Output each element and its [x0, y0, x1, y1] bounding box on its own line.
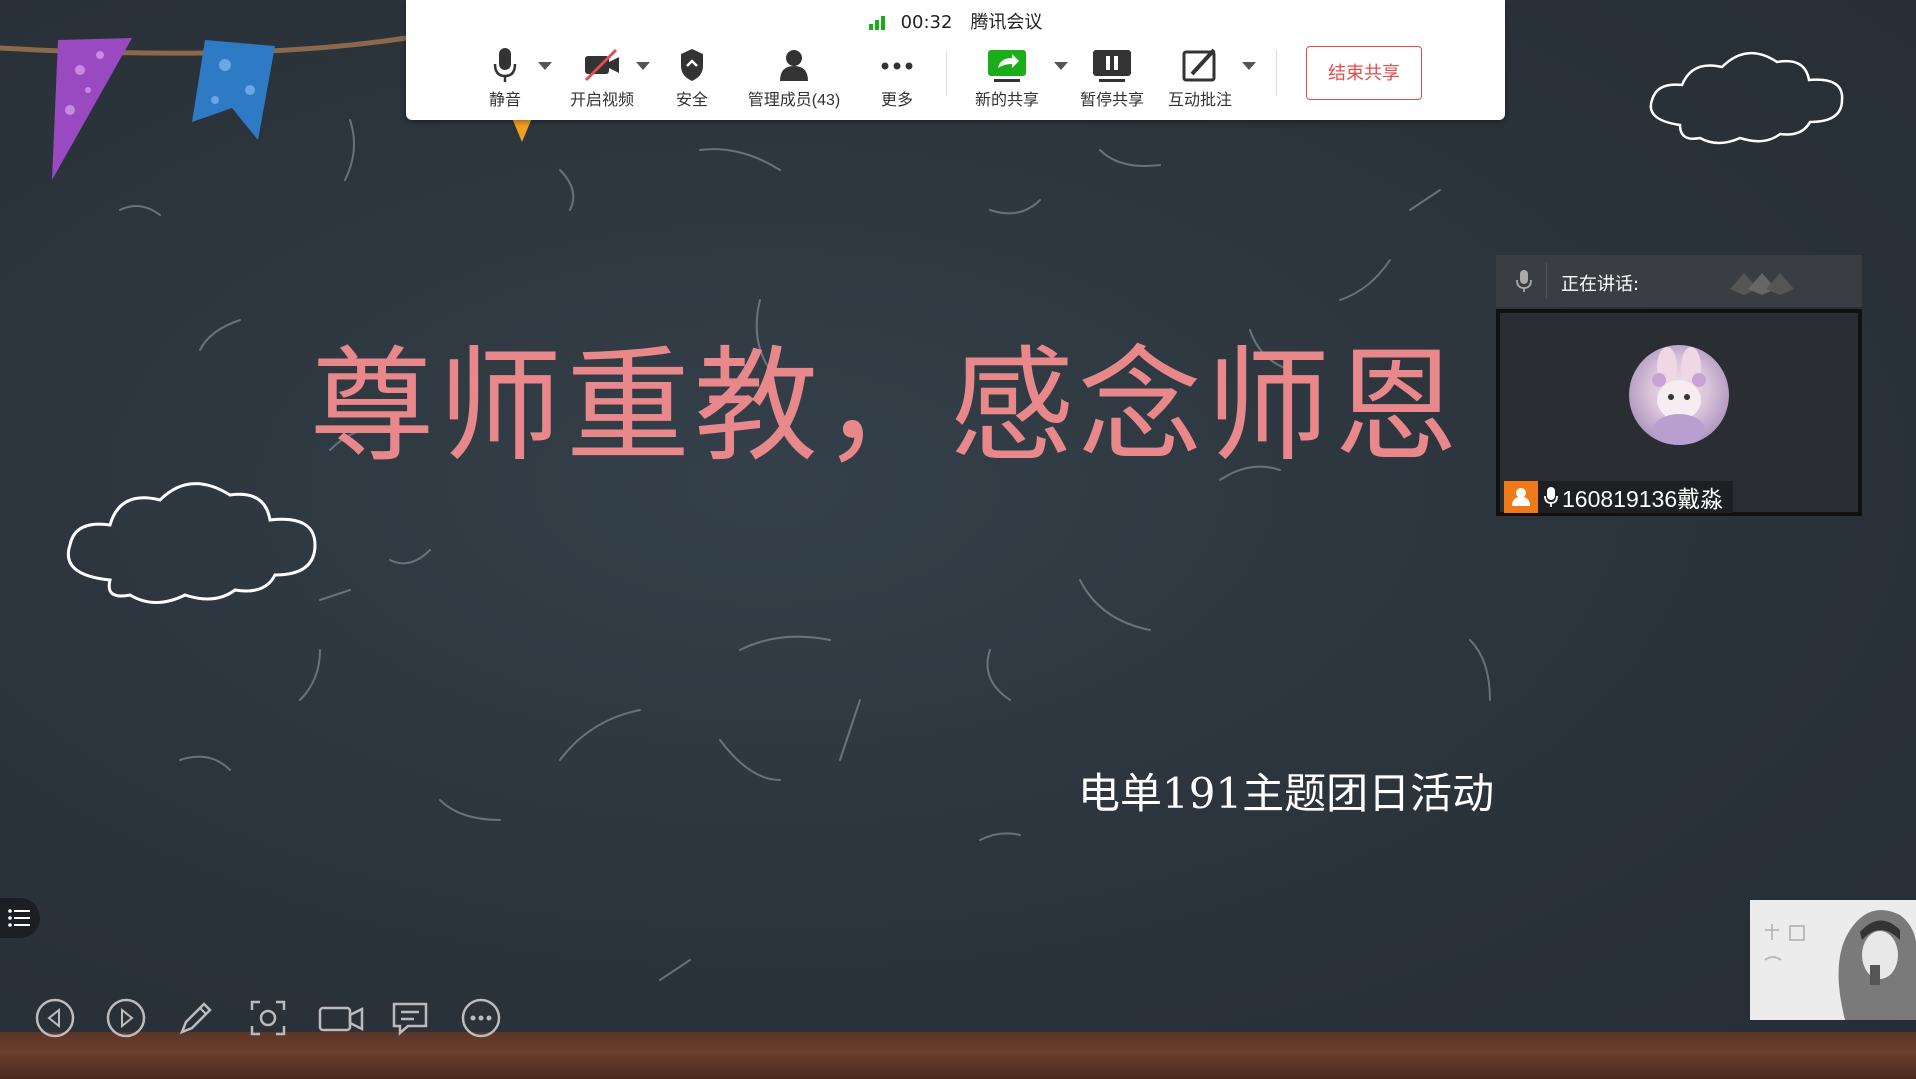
app-name: 腾讯会议 [970, 12, 1043, 33]
participant-name: 160819136戴淼 [1562, 486, 1724, 512]
toolbar-divider [1276, 50, 1277, 96]
plush-avatar-image [1652, 347, 1706, 445]
members-button[interactable]: 管理成员(43) [732, 46, 856, 110]
camera-icon [318, 1006, 364, 1032]
members-icon [780, 50, 808, 81]
annotate-options-caret[interactable] [1242, 62, 1256, 70]
video-button[interactable]: 开启视频 [554, 46, 650, 110]
speaking-indicator: 正在讲话: [1496, 255, 1862, 307]
end-share-button[interactable]: 结束共享 [1306, 46, 1422, 100]
slide-menu-button[interactable] [0, 898, 40, 938]
screenshot-button[interactable] [248, 998, 288, 1038]
pen-icon [179, 1002, 212, 1035]
meeting-timer: 00:32 [900, 12, 953, 33]
slide-subtitle: 电单191主题团日活动 [1078, 769, 1495, 818]
more-options-button[interactable] [461, 998, 501, 1038]
avatar [1629, 345, 1729, 445]
share-options-caret[interactable] [1054, 62, 1068, 70]
participant-video-tile[interactable]: 160819136戴淼 [1496, 309, 1862, 516]
video-label: 开启视频 [569, 92, 634, 109]
shield-icon [681, 49, 703, 81]
new-share-label: 新的共享 [974, 92, 1039, 109]
mic-icon [493, 48, 517, 82]
mic-icon [1516, 270, 1532, 292]
share-icon [988, 50, 1026, 82]
new-share-button[interactable]: 新的共享 [962, 46, 1052, 110]
mic-icon [1544, 487, 1558, 507]
pen-tool-button[interactable] [176, 998, 216, 1038]
comment-icon [392, 1002, 428, 1036]
shared-slide: 尊师重教，感念师恩 电单191主题团日活动 [0, 0, 1916, 1079]
floor-strip [0, 1032, 1916, 1079]
next-slide-button[interactable] [106, 998, 146, 1038]
video-options-caret[interactable] [636, 62, 650, 70]
mute-button[interactable]: 静音 [470, 46, 540, 110]
prev-icon [35, 998, 75, 1038]
slide-title: 尊师重教，感念师恩 [310, 335, 1463, 479]
pause-icon [1093, 50, 1131, 82]
meeting-toolbar: 00:32 腾讯会议 静音 开启视频 安全 管理成员(43) 更多 新的共享 暂… [406, 0, 1505, 120]
more-button[interactable]: 更多 [862, 46, 932, 110]
more-circle-icon [461, 998, 501, 1038]
security-button[interactable]: 安全 [664, 46, 720, 110]
meeting-status: 00:32 腾讯会议 [406, 8, 1505, 34]
corner-sticker-image [1750, 900, 1916, 1020]
more-icon [881, 62, 913, 70]
security-label: 安全 [675, 92, 708, 109]
video-off-icon [584, 48, 619, 82]
annotate-label: 互动批注 [1167, 92, 1232, 109]
annotate-button[interactable]: 互动批注 [1162, 46, 1238, 110]
signal-icon [868, 16, 885, 30]
more-label: 更多 [880, 92, 913, 109]
toolbar-divider [946, 50, 947, 96]
speaking-label: 正在讲话: [1561, 274, 1640, 295]
comment-button[interactable] [390, 998, 430, 1038]
tencent-meeting-logo-icon [1730, 273, 1794, 295]
next-icon [106, 998, 146, 1038]
pause-share-button[interactable]: 暂停共享 [1074, 46, 1150, 110]
list-menu-icon [8, 909, 30, 927]
mute-label: 静音 [488, 92, 521, 109]
annotate-icon [1182, 48, 1216, 82]
previous-slide-button[interactable] [35, 998, 75, 1038]
user-icon [1504, 481, 1538, 513]
camera-button[interactable] [318, 998, 364, 1038]
screenshot-icon [250, 1000, 286, 1036]
mute-options-caret[interactable] [538, 62, 552, 70]
pause-share-label: 暂停共享 [1079, 92, 1144, 109]
participant-name-tag: 160819136戴淼 [1504, 481, 1734, 513]
slide-decorations [0, 35, 1844, 981]
members-label: 管理成员(43) [747, 92, 841, 109]
divider [1546, 263, 1547, 299]
